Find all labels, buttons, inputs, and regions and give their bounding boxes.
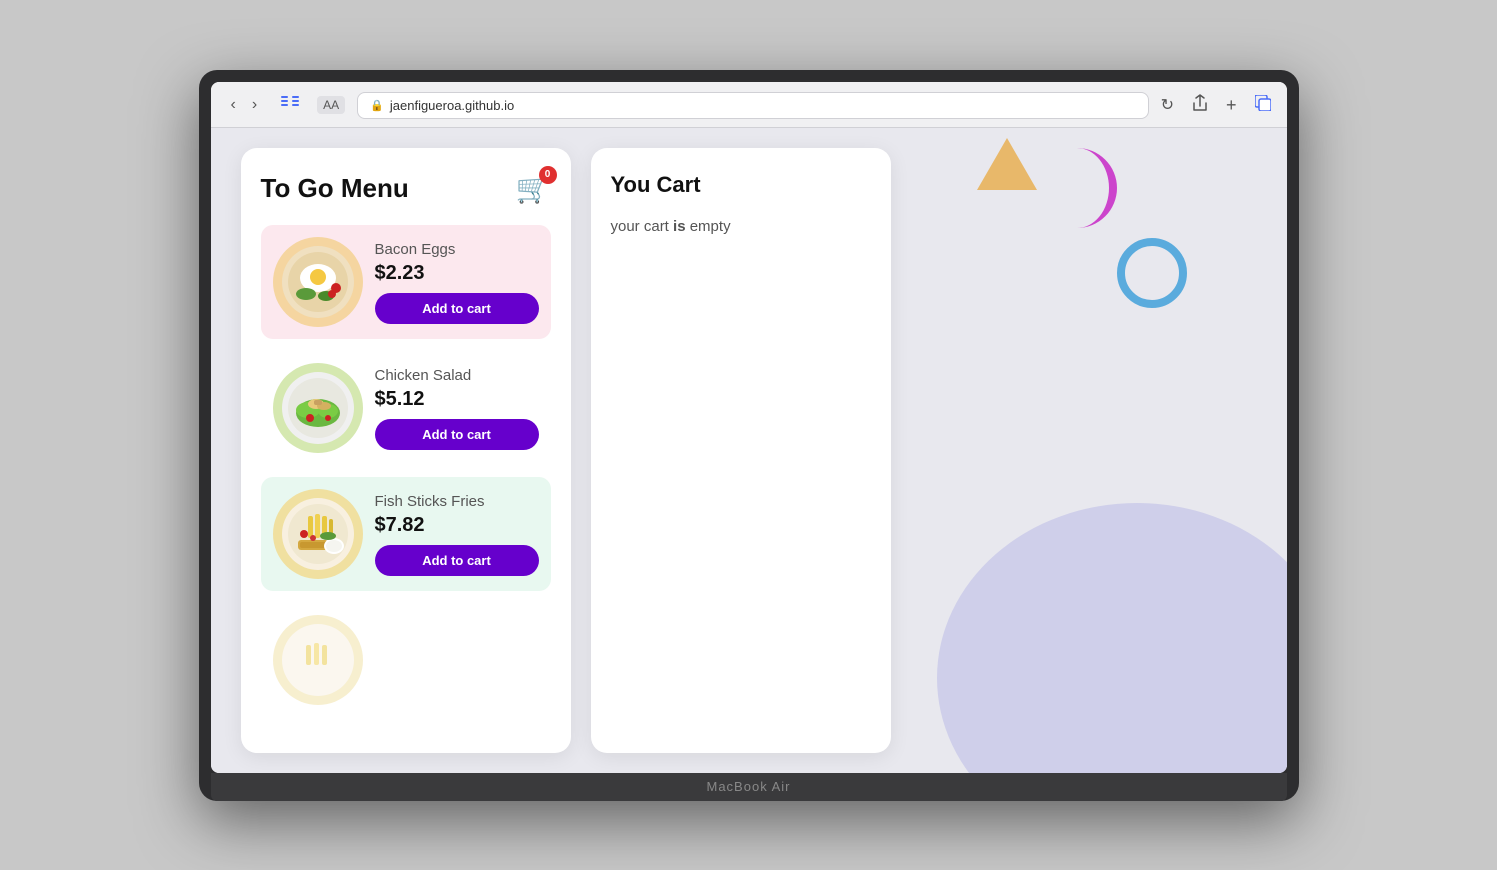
item-details-fish-sticks-fries: Fish Sticks Fries $7.82 Add to cart [375, 489, 539, 576]
cart-badge: 0 [539, 166, 557, 184]
item-details-chicken-salad: Chicken Salad $5.12 Add to cart [375, 363, 539, 450]
laptop-frame: ‹ › AA 🔒 jaenfigueroa [199, 70, 1299, 801]
browser-nav: ‹ › [227, 94, 262, 116]
add-to-cart-fish-sticks-fries[interactable]: Add to cart [375, 545, 539, 576]
cart-empty-text-bold: is [673, 218, 686, 235]
menu-title: To Go Menu [261, 173, 409, 204]
laptop-screen: ‹ › AA 🔒 jaenfigueroa [211, 82, 1287, 773]
forward-button[interactable]: › [248, 94, 261, 116]
url-text: jaenfigueroa.github.io [390, 98, 514, 113]
add-to-cart-chicken-salad[interactable]: Add to cart [375, 419, 539, 450]
add-tab-icon[interactable]: + [1226, 95, 1237, 116]
address-bar[interactable]: 🔒 jaenfigueroa.github.io [357, 92, 1148, 119]
bg-circle-outline [1117, 238, 1187, 308]
menu-header: To Go Menu 🛒 0 [261, 172, 551, 205]
tabs-icon[interactable] [1255, 95, 1271, 116]
laptop-bottom-bar: MacBook Air [211, 773, 1287, 801]
cart-empty-text-1: your cart [611, 218, 669, 235]
food-image-fish-sticks-fries [273, 489, 363, 579]
cart-empty-text: your cart is empty [611, 218, 871, 235]
menu-item-partial [261, 603, 551, 717]
item-price-fish-sticks-fries: $7.82 [375, 514, 539, 537]
macbook-label: MacBook Air [707, 779, 791, 794]
browser-left-icons: AA [281, 96, 345, 115]
cart-empty-text-2: empty [690, 218, 731, 235]
reader-icon[interactable] [281, 96, 299, 115]
lock-icon: 🔒 [370, 99, 384, 112]
bg-pink-curve [1057, 148, 1117, 228]
cart-title: You Cart [611, 172, 871, 198]
menu-item-fish-sticks-fries: Fish Sticks Fries $7.82 Add to cart [261, 477, 551, 591]
item-details-bacon-eggs: Bacon Eggs $2.23 Add to cart [375, 237, 539, 324]
back-button[interactable]: ‹ [227, 94, 240, 116]
bg-purple-blob [937, 503, 1287, 773]
cart-card: You Cart your cart is empty [591, 148, 891, 753]
reload-icon[interactable]: ↻ [1161, 95, 1174, 115]
menu-item-bacon-eggs: Bacon Eggs $2.23 Add to cart [261, 225, 551, 339]
item-name-chicken-salad: Chicken Salad [375, 367, 539, 384]
food-image-partial [273, 615, 363, 705]
browser-chrome: ‹ › AA 🔒 jaenfigueroa [211, 82, 1287, 128]
bg-triangle [977, 138, 1037, 190]
cart-button[interactable]: 🛒 0 [516, 172, 551, 205]
browser-right-icons: ↻ + [1161, 94, 1271, 117]
food-image-bacon-eggs [273, 237, 363, 327]
menu-card: To Go Menu 🛒 0 [241, 148, 571, 753]
add-to-cart-bacon-eggs[interactable]: Add to cart [375, 293, 539, 324]
item-price-bacon-eggs: $2.23 [375, 262, 539, 285]
browser-content: To Go Menu 🛒 0 [211, 128, 1287, 773]
item-name-bacon-eggs: Bacon Eggs [375, 241, 539, 258]
food-image-chicken-salad [273, 363, 363, 453]
share-icon[interactable] [1192, 94, 1208, 117]
item-name-fish-sticks-fries: Fish Sticks Fries [375, 493, 539, 510]
item-price-chicken-salad: $5.12 [375, 388, 539, 411]
menu-item-chicken-salad: Chicken Salad $5.12 Add to cart [261, 351, 551, 465]
aa-button[interactable]: AA [317, 96, 345, 114]
